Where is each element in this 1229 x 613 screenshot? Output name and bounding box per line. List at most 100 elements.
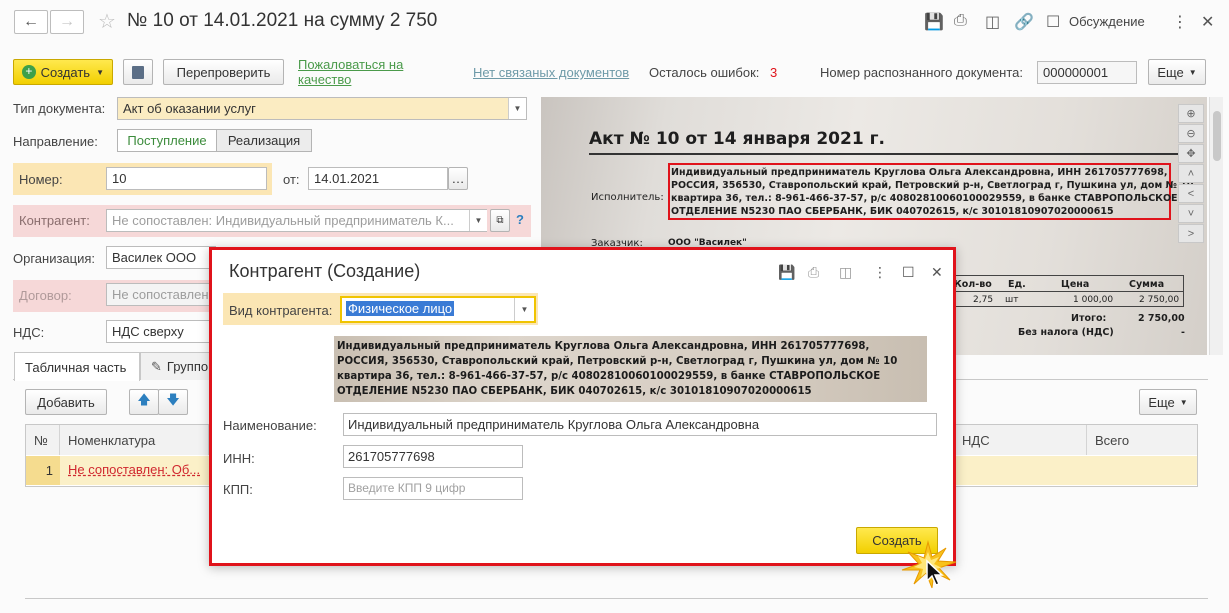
chevron-down-icon[interactable]: ▼ [508, 98, 526, 119]
chevron-down-icon[interactable]: ▼ [469, 210, 487, 231]
direction-option-incoming[interactable]: Поступление [117, 129, 217, 152]
chevron-down-icon[interactable]: ˅ [1178, 204, 1204, 223]
scan-total-value: 2 750,00 [1138, 313, 1185, 324]
scan-scrollbar[interactable] [1209, 97, 1223, 355]
dialog-title: Контрагент (Создание) [229, 261, 421, 281]
direction-option-sale[interactable]: Реализация [216, 129, 312, 152]
table-more-label: Еще [1148, 394, 1175, 410]
scan-th: Кол-во [954, 279, 992, 290]
help-icon[interactable]: ? [516, 212, 524, 227]
kind-label: Вид контрагента: [229, 303, 333, 318]
discussion-button[interactable]: Обсуждение [1069, 14, 1145, 29]
table-row-num: 1 [26, 456, 60, 485]
tab-groups-label: Группо [166, 359, 209, 374]
kind-value: Физическое лицо [346, 301, 455, 316]
preview-icon[interactable]: ◫ [839, 264, 852, 281]
print-icon[interactable]: ⎙ [808, 264, 819, 281]
scan-executor-line: ОТДЕЛЕНИЕ N5230 ПАО СБЕРБАНК, БИК 040702… [671, 206, 1114, 217]
column-header-vat[interactable]: НДС [954, 425, 1087, 455]
more-button[interactable]: Еще ▼ [1148, 59, 1206, 85]
more-vertical-icon[interactable]: ⋮ [873, 264, 887, 281]
column-header-num[interactable]: № [26, 425, 60, 455]
preview-icon[interactable]: ◫ [985, 12, 1000, 32]
favorite-star-icon[interactable]: ☆ [98, 9, 116, 34]
scan-td: 2,75 [973, 295, 994, 305]
open-icon[interactable]: ⧉ [490, 209, 510, 232]
complain-link-line1: Пожаловаться на [298, 57, 404, 72]
document-title: № 10 от 14.01.2021 на сумму 2 750 [127, 10, 438, 31]
column-header-item[interactable]: Номенклатура [60, 425, 209, 455]
scan-no-vat-value: - [1181, 327, 1185, 338]
tab-table-part[interactable]: Табличная часть [14, 352, 140, 381]
snippet-line: Индивидуальный предприниматель Круглова … [337, 341, 870, 352]
discussion-icon[interactable]: ☐ [1046, 12, 1060, 32]
arrow-down-icon: 🡇 [166, 392, 180, 407]
scan-executor-line: РОССИЯ, 356530, Ставропольский край, Пет… [671, 180, 1194, 191]
linked-docs-link[interactable]: Нет связаных документов [473, 65, 629, 80]
contract-field[interactable]: Не сопоставлен [106, 283, 216, 306]
errors-left-count[interactable]: 3 [770, 65, 777, 80]
table-more-button[interactable]: Еще ▼ [1139, 389, 1197, 415]
kpp-field[interactable]: Введите КПП 9 цифр [343, 477, 523, 500]
scrollbar-thumb[interactable] [1213, 111, 1221, 161]
more-vertical-icon[interactable]: ⋮ [1172, 12, 1188, 32]
arrow-up-icon: 🡅 [137, 392, 151, 407]
edit-icon: ✎ [151, 358, 162, 374]
number-label: Номер: [19, 172, 63, 187]
forward-button[interactable]: → [50, 10, 84, 34]
chevron-right-icon[interactable]: ˃ [1178, 224, 1204, 243]
doc-type-select[interactable]: Акт об оказании услуг [117, 97, 527, 120]
fit-icon[interactable]: ✥ [1178, 144, 1204, 163]
save-icon[interactable]: 💾 [778, 264, 795, 281]
complain-link[interactable]: Пожаловаться на качество [298, 57, 403, 87]
vat-label: НДС: [13, 325, 45, 340]
scan-no-vat-label: Без налога (НДС) [1018, 327, 1114, 338]
organization-field[interactable]: Василек ООО [106, 246, 216, 269]
scan-executor-line: Индивидуальный предприниматель Круглова … [671, 167, 1168, 178]
scan-td: шт [1005, 295, 1019, 305]
create-button[interactable]: + Создать ▼ [13, 59, 113, 85]
date-field[interactable]: 14.01.2021 [308, 167, 448, 190]
move-up-button[interactable]: 🡅 [129, 389, 159, 415]
chevron-up-icon[interactable]: ˄ [1178, 164, 1204, 183]
inn-label: ИНН: [223, 451, 255, 466]
maximize-icon[interactable]: ☐ [902, 264, 915, 281]
link-icon[interactable]: 🔗 [1014, 12, 1034, 32]
recognized-doc-field[interactable]: 000000001 [1037, 61, 1137, 84]
table-row-item[interactable]: Не сопоставлен: Об... [68, 462, 200, 477]
scan-td: 2 750,00 [1139, 295, 1180, 305]
chevron-down-icon: ▼ [1179, 397, 1188, 407]
close-icon[interactable]: ✕ [1201, 12, 1214, 32]
counterparty-field[interactable]: Не сопоставлен: Индивидуальный предприни… [106, 209, 487, 232]
recheck-button[interactable]: Перепроверить [163, 59, 284, 85]
zoom-out-icon[interactable]: ⊖ [1178, 124, 1204, 143]
chevron-down-icon[interactable]: ▼ [514, 298, 534, 321]
date-picker-button[interactable]: … [448, 167, 468, 190]
more-button-label: Еще [1157, 64, 1184, 80]
chevron-left-icon[interactable]: ˂ [1178, 184, 1204, 203]
back-button[interactable]: ← [14, 10, 48, 34]
snippet-line: ОТДЕЛЕНИЕ N5230 ПАО СБЕРБАНК, БИК 040702… [337, 386, 812, 397]
name-label: Наименование: [223, 418, 317, 433]
save-icon[interactable]: 💾 [924, 12, 944, 32]
organization-label: Организация: [13, 251, 96, 266]
kind-select[interactable]: Физическое лицо ▼ [340, 296, 536, 323]
arrow-right-icon: → [59, 13, 75, 30]
add-row-button[interactable]: Добавить [25, 389, 107, 415]
inn-field[interactable]: 261705777698 [343, 445, 523, 468]
contract-label: Договор: [19, 288, 72, 303]
zoom-in-icon[interactable]: ⊕ [1178, 104, 1204, 123]
print-icon[interactable]: ⎙ [954, 12, 967, 30]
column-header-total[interactable]: Всего [1087, 425, 1197, 455]
move-down-button[interactable]: 🡇 [158, 389, 188, 415]
vat-field[interactable]: НДС сверху [106, 320, 216, 343]
bottom-divider [25, 598, 1208, 599]
name-field[interactable]: Индивидуальный предприниматель Круглова … [343, 413, 937, 436]
close-icon[interactable]: ✕ [931, 264, 943, 281]
chevron-down-icon: ▼ [1188, 67, 1197, 77]
save-button[interactable] [123, 59, 153, 85]
number-field[interactable]: 10 [106, 167, 267, 190]
scan-total-label: Итого: [1071, 313, 1107, 324]
tab-groups[interactable]: ✎ Группо [140, 352, 210, 380]
recognized-text-snippet: Индивидуальный предприниматель Круглова … [334, 336, 927, 402]
